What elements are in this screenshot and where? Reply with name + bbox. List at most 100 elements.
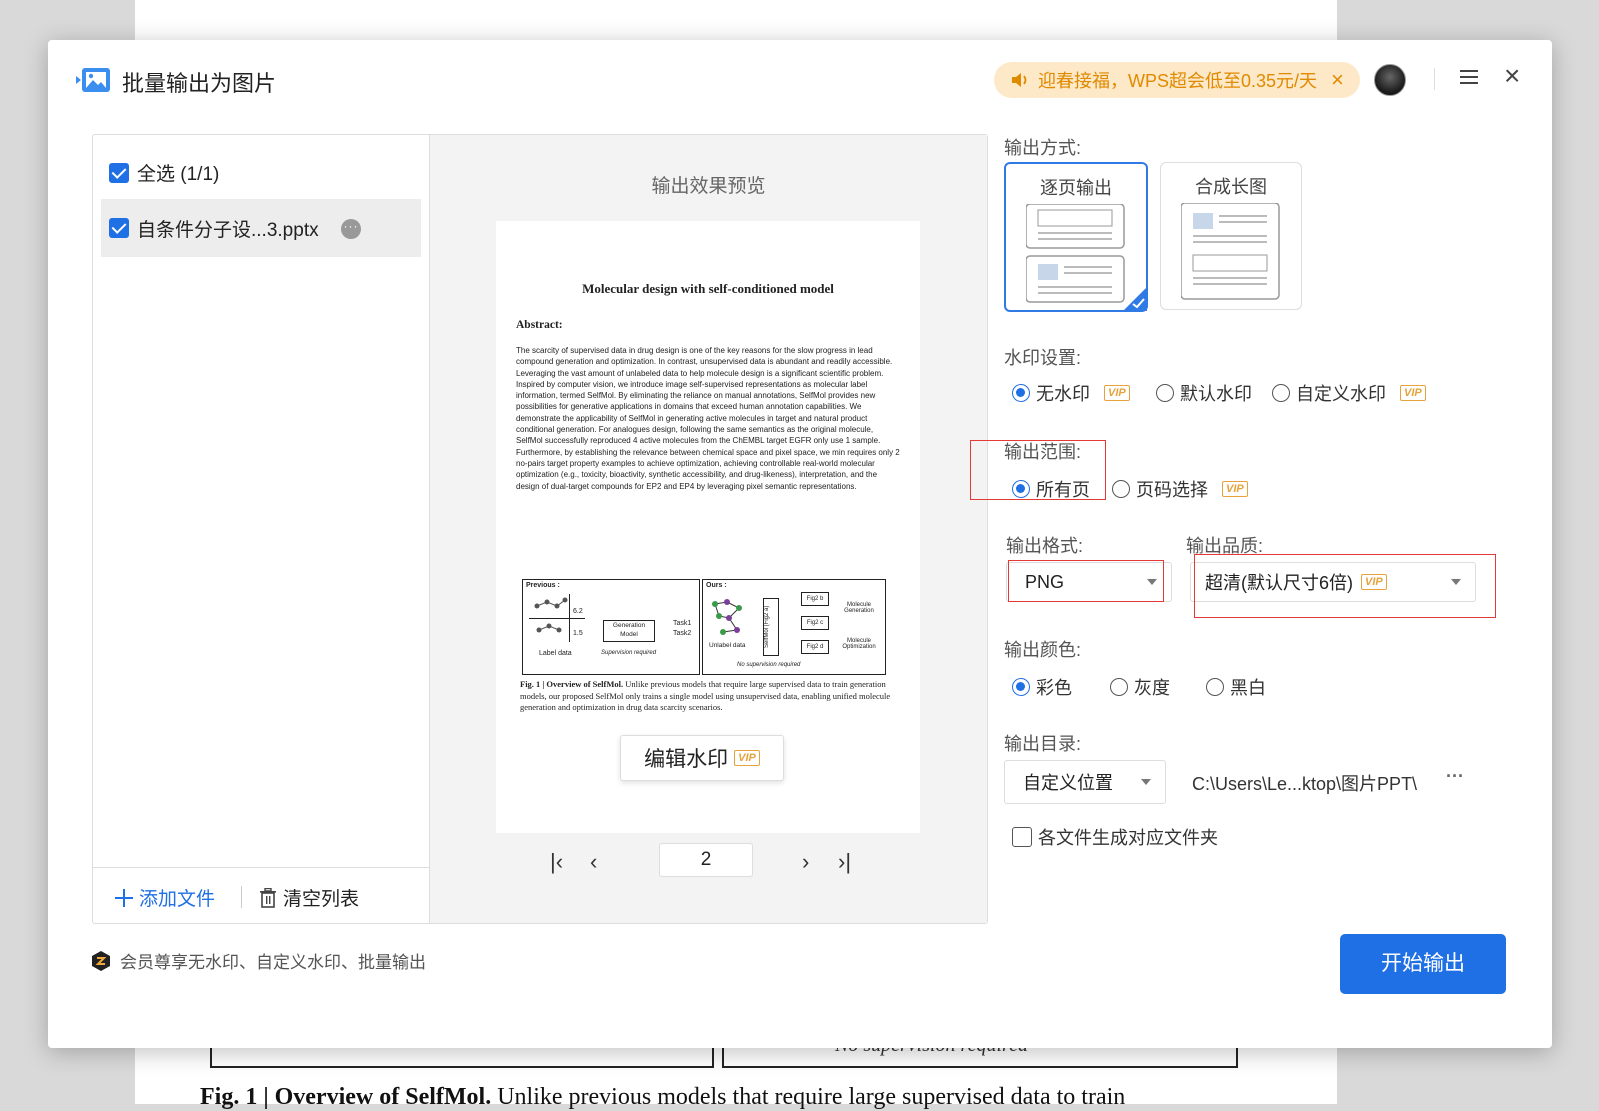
add-file-button[interactable]: 添加文件 [115,884,215,911]
fig-fig2c: Fig2 c [801,616,829,630]
checkbox-checked-icon[interactable] [109,218,129,238]
close-icon[interactable]: × [1504,62,1520,90]
watermark-default-label: 默认水印 [1180,384,1252,404]
radio-off-icon [1272,384,1290,402]
color-gray-label: 灰度 [1134,678,1170,698]
trash-icon [260,887,276,908]
mode-per-page-option[interactable]: 逐页输出 [1004,162,1148,312]
dir-path: C:\Users\Le...ktop\图片PPT\ [1192,774,1418,794]
chevron-down-icon [1141,779,1151,785]
watermark-custom-label: 自定义水印 [1296,384,1386,404]
range-select-radio[interactable]: 页码选择 VIP [1112,476,1248,502]
file-item[interactable]: 自条件分子设...3.pptx ··· [101,199,421,257]
color-color-label: 彩色 [1036,678,1072,698]
batch-export-dialog: 批量输出为图片 迎春接福，WPS超会低至0.35元/天 × × 全选 (1/1)… [48,40,1552,1048]
radio-off-icon [1206,678,1224,696]
promo-text: 迎春接福，WPS超会低至0.35元/天 [1038,71,1318,91]
edit-watermark-button[interactable]: 编辑水印 VIP [620,735,784,781]
color-gray-radio[interactable]: 灰度 [1110,674,1170,700]
fig-fig2b: Fig2 b [801,592,829,606]
watermark-none-radio[interactable]: 无水印 VIP [1012,380,1130,406]
preview-page: Molecular design with self-conditioned m… [496,221,920,833]
fig-ours-label: Ours : [706,582,727,589]
radio-on-icon [1012,384,1030,402]
vip-crown-icon [92,950,110,971]
radio-off-icon [1156,384,1174,402]
per-file-folder-checkbox[interactable]: 各文件生成对应文件夹 [1012,824,1218,850]
dir-label: 输出目录: [1004,734,1082,754]
dir-select-value: 自定义位置 [1023,773,1113,793]
header-divider [1434,68,1435,90]
file-preview-panel: 全选 (1/1) 自条件分子设...3.pptx ··· 添加文件 清空列表 输… [92,134,988,924]
range-select-label: 页码选择 [1136,480,1208,500]
background-caption: Fig. 1 | Overview of SelfMol. Unlike pre… [200,1084,1126,1110]
color-label: 输出颜色: [1004,640,1082,660]
format-label: 输出格式: [1006,536,1084,556]
watermark-none-label: 无水印 [1036,384,1090,404]
add-file-label: 添加文件 [139,889,216,910]
select-all-checkbox[interactable]: 全选 (1/1) [109,159,219,186]
last-page-icon[interactable]: ›| [838,849,851,875]
doc-title: Molecular design with self-conditioned m… [582,281,834,296]
fig-selfmol: SelfMol (Fig2 a) [763,598,779,656]
fig-supervision: Supervision required [601,650,657,656]
per-page-illustration-icon [1026,204,1125,303]
next-page-icon[interactable]: › [802,849,809,875]
vip-badge: VIP [1400,385,1426,401]
output-mode-label: 输出方式: [1004,138,1082,158]
figure-overview: Previous : 6.2 1.5 Generation Model Task… [522,579,906,675]
clear-list-button[interactable]: 清空列表 [259,884,359,911]
fig-fig2d: Fig2 d [801,640,829,654]
prev-page-icon[interactable]: ‹ [590,849,597,875]
vip-note-text: 会员尊享无水印、自定义水印、批量输出 [120,953,426,972]
mode-long-image-option[interactable]: 合成长图 [1160,162,1302,310]
fig-value: 1.5 [573,630,583,637]
file-name: 自条件分子设...3.pptx [137,219,319,241]
dir-select[interactable]: 自定义位置 [1004,760,1166,804]
fig-unlabel: Unlabel data [709,642,746,649]
avatar[interactable] [1374,64,1406,96]
watermark-custom-radio[interactable]: 自定义水印 VIP [1272,380,1426,406]
fig-task1: Task1 [673,620,692,627]
promo-close-icon[interactable]: × [1331,69,1344,91]
speaker-icon [1012,73,1027,87]
mode-long-image-label: 合成长图 [1195,177,1267,197]
fig-mol-gen: Molecule Generation [844,602,874,614]
radio-off-icon [1112,480,1130,498]
highlight-format [1008,560,1164,602]
watermark-default-radio[interactable]: 默认水印 [1156,380,1252,406]
selected-check-icon [1123,287,1147,311]
molecule-graph-icon [712,599,742,635]
browse-dir-icon[interactable]: ··· [1446,766,1464,787]
fig-previous-label: Previous : [526,582,560,589]
radio-on-icon [1012,678,1030,696]
fig-gen-model: Generation Model [603,620,655,642]
color-color-radio[interactable]: 彩色 [1012,674,1072,700]
watermark-label: 水印设置: [1004,348,1082,368]
page-number-input[interactable]: 2 [659,843,753,877]
first-page-icon[interactable]: |‹ [550,849,563,875]
page-navigator: |‹ ‹ 2 › ›| [430,843,987,883]
highlight-range [970,440,1106,500]
menu-icon[interactable] [1460,68,1478,86]
vip-note: 会员尊享无水印、自定义水印、批量输出 [90,948,426,973]
select-all-label: 全选 (1/1) [137,164,220,185]
fig-nosup: No supervision required [737,662,801,668]
fig-label-data: Label data [539,650,572,657]
figure-previous-panel: Previous : 6.2 1.5 Generation Model Task… [522,579,700,675]
vip-badge: VIP [1222,481,1248,497]
fig-task2: Task2 [673,630,692,637]
more-options-icon[interactable]: ··· [341,219,361,239]
clear-list-label: 清空列表 [283,889,360,910]
color-bw-radio[interactable]: 黑白 [1206,674,1266,700]
figure-caption: Fig. 1 | Overview of SelfMol. Unlike pre… [520,679,891,712]
file-list-footer: 添加文件 清空列表 [93,867,429,924]
start-export-button[interactable]: 开始输出 [1340,934,1506,994]
mode-per-page-label: 逐页输出 [1040,178,1112,198]
fig-mol-opt: Molecule Optimization [842,638,876,650]
per-file-folder-label: 各文件生成对应文件夹 [1038,828,1218,848]
vip-badge: VIP [1104,385,1130,401]
promo-banner[interactable]: 迎春接福，WPS超会低至0.35元/天 × [994,62,1360,98]
checkbox-unchecked-icon [1012,827,1032,847]
footer-divider [241,886,242,908]
